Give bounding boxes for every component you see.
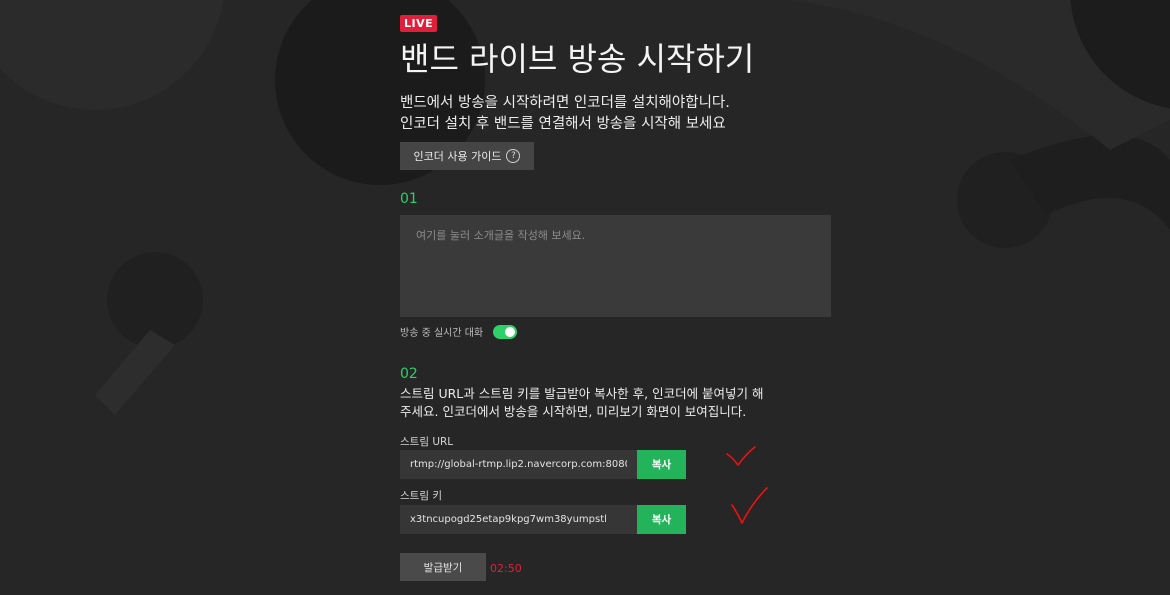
checkmark-annotation-url [726, 446, 756, 466]
checkmark-annotation-key [731, 487, 768, 524]
annotation-checkmarks [726, 446, 768, 524]
